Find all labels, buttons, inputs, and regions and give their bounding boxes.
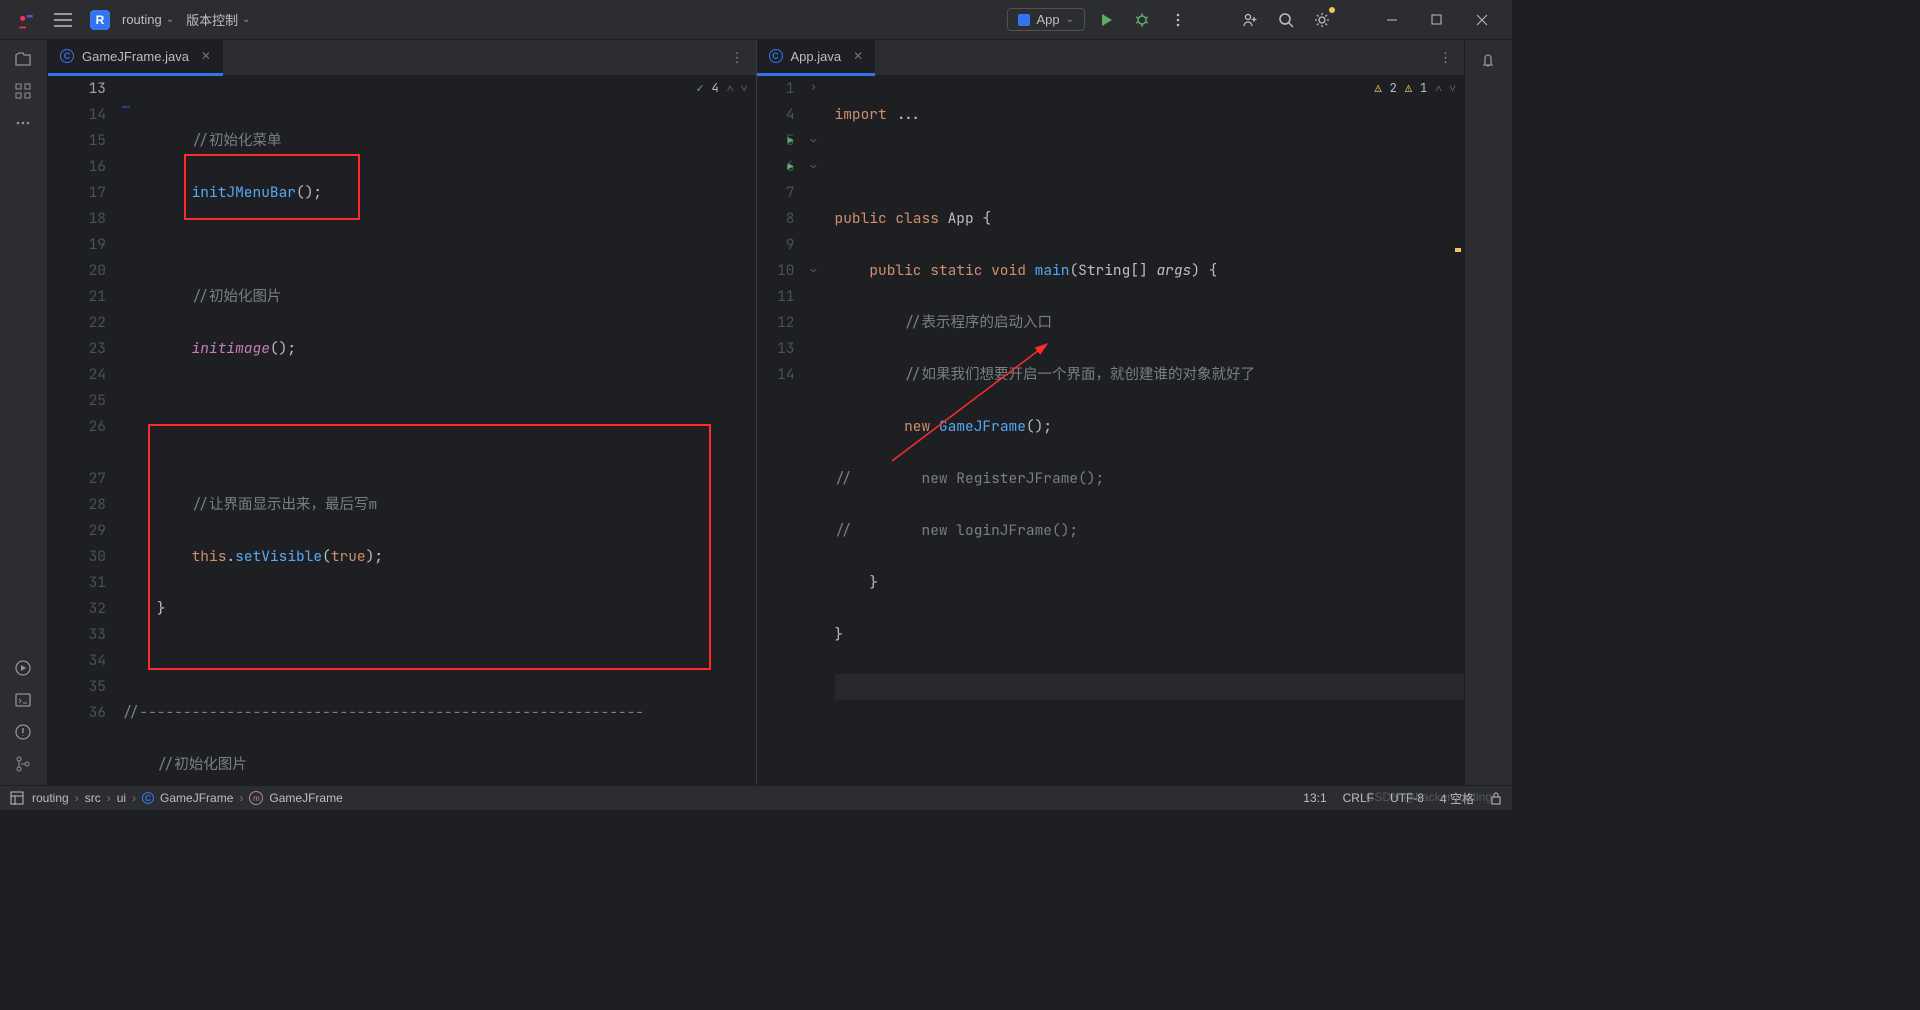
- app-logo-icon: [16, 10, 36, 30]
- fold-icon[interactable]: ⌄: [811, 158, 817, 171]
- more-tools-icon[interactable]: [14, 114, 34, 134]
- git-tool-icon[interactable]: [14, 755, 34, 775]
- title-bar: R routing⌄ 版本控制⌄ App⌄: [0, 0, 1512, 40]
- class-icon: C: [142, 792, 154, 804]
- search-icon[interactable]: [1271, 5, 1301, 35]
- right-tab-row: C App.java ✕ ⋮: [757, 40, 1465, 76]
- right-code[interactable]: import ... public class App { public sta…: [831, 76, 1465, 785]
- tab-menu-icon[interactable]: ⋮: [1427, 50, 1464, 66]
- notifications-icon[interactable]: [1479, 50, 1499, 70]
- right-tool-strip: [1464, 40, 1512, 785]
- java-class-icon: C: [769, 49, 783, 63]
- status-bar: routing› src› ui› CGameJFrame› mGameJFra…: [0, 785, 1512, 810]
- terminal-tool-icon[interactable]: [14, 691, 34, 711]
- watermark: CSDN @hacker-routing: [1366, 790, 1492, 804]
- project-badge[interactable]: R: [90, 10, 110, 30]
- project-tool-icon[interactable]: [14, 50, 34, 70]
- close-tab-icon[interactable]: ✕: [201, 49, 211, 63]
- run-gutter-icon[interactable]: ▶: [783, 128, 799, 154]
- run-config-icon: [1018, 14, 1030, 26]
- left-editor[interactable]: ✓4 ˄ ˅ 131415161718192021222324252627282…: [48, 76, 756, 785]
- cursor-position[interactable]: 13:1: [1303, 791, 1326, 805]
- run-button[interactable]: [1091, 5, 1121, 35]
- fold-icon[interactable]: ⌄: [811, 132, 817, 145]
- java-class-icon: C: [60, 49, 74, 63]
- tool-windows-icon[interactable]: [10, 791, 24, 805]
- left-gutter: 1314151617181920212223242526272829303132…: [48, 76, 118, 785]
- left-editor-pane: C GameJFrame.java ✕ ⋮ ✓4 ˄ ˅ 13141516171…: [48, 40, 757, 785]
- settings-icon[interactable]: [1307, 5, 1337, 35]
- right-editor[interactable]: ⚠2 ⚠1 ˄ ˅ 145▶6▶7891011121314 › ⌄ ⌄ ⌄ im…: [757, 76, 1465, 785]
- code-with-me-icon[interactable]: [1235, 5, 1265, 35]
- right-gutter: 145▶6▶7891011121314: [757, 76, 807, 785]
- problems-tool-icon[interactable]: [14, 723, 34, 743]
- fold-icon[interactable]: ›: [811, 80, 817, 93]
- more-actions-icon[interactable]: [1163, 5, 1193, 35]
- left-code[interactable]: //初始化菜单 initJMenuBar(); //初始化图片 initimag…: [118, 76, 756, 785]
- method-icon: m: [249, 791, 263, 805]
- tab-gamejframe[interactable]: C GameJFrame.java ✕: [48, 40, 223, 76]
- tab-menu-icon[interactable]: ⋮: [719, 50, 756, 66]
- right-editor-pane: C App.java ✕ ⋮ ⚠2 ⚠1 ˄ ˅ 145▶6▶789101112…: [757, 40, 1465, 785]
- vcs-dropdown[interactable]: 版本控制⌄: [186, 10, 250, 29]
- close-tab-icon[interactable]: ✕: [853, 49, 863, 63]
- run-gutter-icon[interactable]: ▶: [783, 154, 799, 180]
- debug-button[interactable]: [1127, 5, 1157, 35]
- breadcrumb[interactable]: routing› src› ui› CGameJFrame› mGameJFra…: [32, 791, 343, 805]
- project-dropdown[interactable]: routing⌄: [122, 12, 174, 27]
- window-close[interactable]: [1459, 5, 1504, 35]
- run-config-dropdown[interactable]: App⌄: [1007, 8, 1085, 31]
- window-maximize[interactable]: [1414, 5, 1459, 35]
- tab-app[interactable]: C App.java ✕: [757, 40, 876, 76]
- window-minimize[interactable]: [1369, 5, 1414, 35]
- inspection-widget[interactable]: ✓4 ˄ ˅: [696, 80, 747, 96]
- fold-icon[interactable]: ⌄: [811, 262, 817, 275]
- left-tab-row: C GameJFrame.java ✕ ⋮: [48, 40, 756, 76]
- marker-stripe[interactable]: [1455, 248, 1461, 252]
- run-tool-icon[interactable]: [14, 659, 34, 679]
- inspection-widget[interactable]: ⚠2 ⚠1 ˄ ˅: [1374, 80, 1456, 96]
- structure-tool-icon[interactable]: [14, 82, 34, 102]
- main-menu-icon[interactable]: [48, 5, 78, 35]
- left-tool-strip: [0, 40, 48, 785]
